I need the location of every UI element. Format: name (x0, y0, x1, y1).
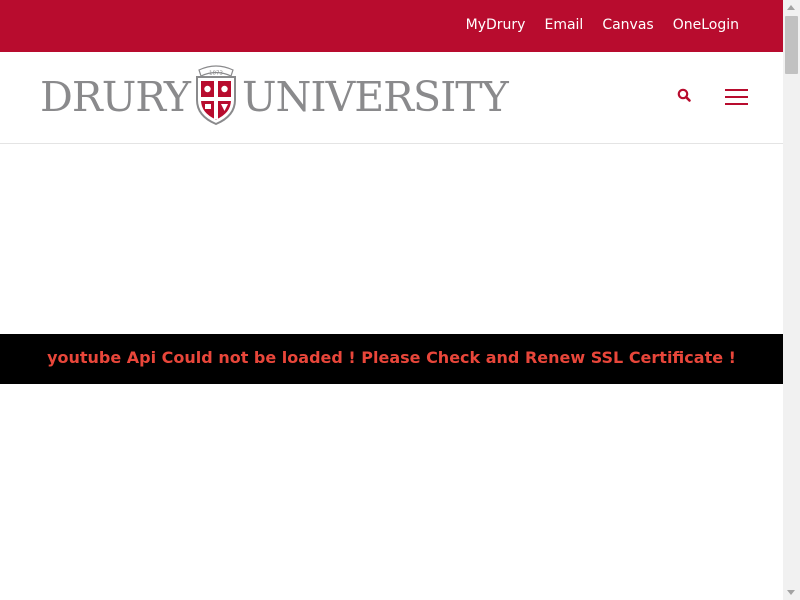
logo-word-drury: DRURY (40, 73, 191, 121)
error-message: youtube Api Could not be loaded ! Please… (47, 348, 736, 367)
menu-line-middle (725, 96, 748, 98)
site-header: DRURY 1873 UNIVERSITY (0, 52, 783, 144)
utility-link-onelogin[interactable]: OneLogin (673, 17, 739, 33)
search-icon[interactable] (676, 87, 694, 105)
vertical-scrollbar[interactable] (783, 0, 800, 600)
menu-line-bottom (725, 103, 748, 105)
utility-bar: MyDrury Email Canvas OneLogin (0, 0, 783, 52)
utility-nav: MyDrury Email Canvas OneLogin (466, 17, 739, 33)
scrollbar-thumb[interactable] (785, 16, 798, 74)
drury-shield-crest-icon: 1873 (193, 64, 239, 126)
page: MyDrury Email Canvas OneLogin DRURY 1873 (0, 0, 783, 600)
scroll-up-arrow-icon[interactable] (787, 5, 795, 10)
seal-year: 1873 (209, 71, 223, 77)
drury-university-logo[interactable]: DRURY 1873 UNIVERSITY (40, 64, 509, 128)
logo-word-university: UNIVERSITY (241, 73, 509, 121)
video-error-banner: youtube Api Could not be loaded ! Please… (0, 334, 783, 384)
utility-link-canvas[interactable]: Canvas (602, 17, 653, 33)
utility-link-email[interactable]: Email (544, 17, 583, 33)
utility-link-mydrury[interactable]: MyDrury (466, 17, 526, 33)
scroll-down-arrow-icon[interactable] (787, 590, 795, 595)
hamburger-menu-icon[interactable] (725, 87, 749, 107)
menu-line-top (725, 89, 748, 91)
